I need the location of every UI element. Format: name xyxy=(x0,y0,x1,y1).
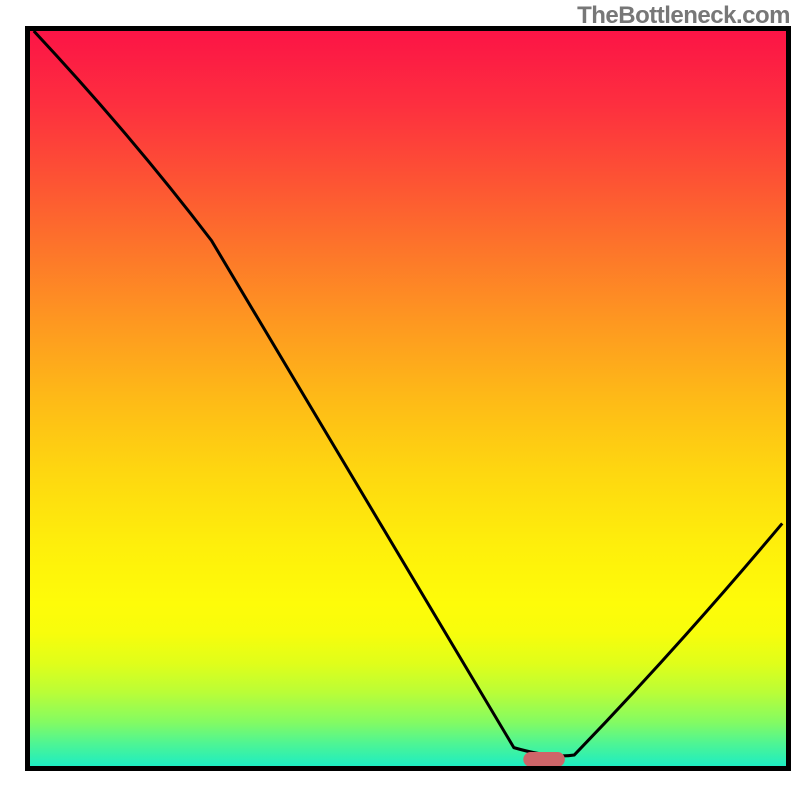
gradient-background xyxy=(30,31,786,766)
bottleneck-chart xyxy=(0,0,800,800)
watermark-text: TheBottleneck.com xyxy=(577,2,790,30)
optimal-marker xyxy=(523,752,565,767)
chart-container: TheBottleneck.com xyxy=(0,0,800,800)
